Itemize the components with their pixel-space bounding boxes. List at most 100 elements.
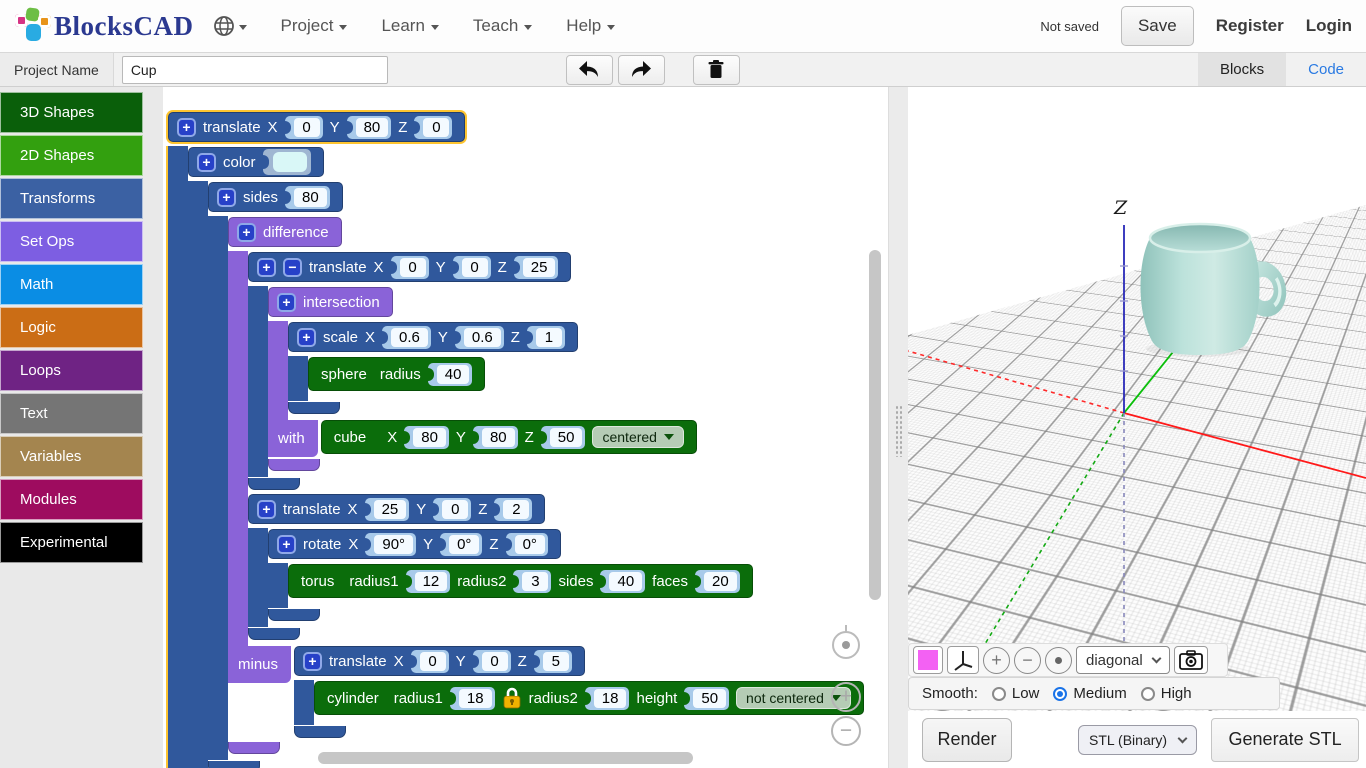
zoom-in-button[interactable]: + (831, 682, 861, 712)
menu-learn[interactable]: Learn (381, 16, 438, 36)
radio-medium[interactable] (1053, 687, 1067, 701)
mutator-plus-button[interactable]: + (237, 223, 256, 242)
translate-block[interactable]: + − translate X 0 Y 0 (248, 252, 697, 490)
tab-blocks[interactable]: Blocks (1198, 53, 1286, 86)
value-input-x[interactable]: 0.6 (382, 326, 431, 349)
value-input-z[interactable]: 50 (541, 426, 586, 449)
vertical-scrollbar[interactable] (869, 250, 881, 600)
value-input-z[interactable]: 0 (414, 116, 452, 139)
intersection-block[interactable]: + intersection (268, 287, 697, 471)
sphere-block[interactable]: sphere radius 40 (308, 357, 485, 395)
translate-block[interactable]: + translate X 25 Y 0 Z (248, 494, 753, 640)
difference-block[interactable]: + difference + (228, 217, 864, 754)
value-input-z[interactable]: 25 (514, 256, 559, 279)
smooth-high-option[interactable]: High (1141, 685, 1192, 702)
toggle-axes-button[interactable] (947, 646, 979, 674)
value-input-sides[interactable]: 80 (285, 186, 330, 209)
save-button[interactable]: Save (1121, 6, 1194, 46)
value-input-radius[interactable]: 40 (428, 363, 473, 386)
radio-low[interactable] (992, 687, 1006, 701)
render-button[interactable]: Render (922, 718, 1012, 762)
sidebar-item-variables[interactable]: Variables (0, 436, 143, 477)
tab-code[interactable]: Code (1286, 53, 1366, 86)
sidebar-item-math[interactable]: Math (0, 264, 143, 305)
value-input-x[interactable]: 0 (285, 116, 323, 139)
lock-icon[interactable] (502, 687, 522, 709)
sidebar-item-transforms[interactable]: Transforms (0, 178, 143, 219)
panel-resize-divider[interactable] (888, 87, 908, 768)
sidebar-item-set-ops[interactable]: Set Ops (0, 221, 143, 262)
sidebar-item-logic[interactable]: Logic (0, 307, 143, 348)
value-input-x[interactable]: 0 (411, 650, 449, 673)
mutator-plus-button[interactable]: + (197, 153, 216, 172)
value-input-radius1[interactable]: 18 (450, 687, 495, 710)
value-input-radius2[interactable]: 18 (585, 687, 630, 710)
value-input-y[interactable]: 0 (433, 498, 471, 521)
translate-block[interactable]: + translate X 0 Y 80 Z 0 + color (168, 112, 864, 768)
translate-block[interactable]: + translate X 0 Y 0 Z (294, 646, 864, 741)
render-viewport[interactable]: Z + − diagonal (908, 87, 1366, 768)
project-name-input[interactable] (122, 56, 388, 84)
value-input-z[interactable]: 0° (506, 533, 548, 556)
zoom-out-button[interactable]: − (831, 716, 861, 746)
value-input-x[interactable]: 80 (404, 426, 449, 449)
screenshot-button[interactable] (1174, 646, 1208, 674)
value-input-x[interactable]: 90° (365, 533, 416, 556)
value-input-sides[interactable]: 40 (600, 570, 645, 593)
value-input-radius1[interactable]: 12 (406, 570, 451, 593)
value-input-y[interactable]: 80 (473, 426, 518, 449)
value-input-y[interactable]: 80 (347, 116, 392, 139)
export-format-select[interactable]: STL (Binary) (1078, 725, 1197, 755)
undo-button[interactable] (566, 55, 613, 85)
smooth-medium-option[interactable]: Medium (1053, 685, 1126, 702)
color-swatch-field[interactable] (273, 152, 307, 172)
radio-high[interactable] (1141, 687, 1155, 701)
scale-block[interactable]: + scale X 0.6 Y 0.6 (288, 322, 578, 414)
menu-teach[interactable]: Teach (473, 16, 532, 36)
sidebar-item-2d-shapes[interactable]: 2D Shapes (0, 135, 143, 176)
value-input-radius2[interactable]: 3 (513, 570, 551, 593)
mutator-plus-button[interactable]: + (277, 535, 296, 554)
value-input-y[interactable]: 0 (473, 650, 511, 673)
menu-project[interactable]: Project (281, 16, 348, 36)
value-input-z[interactable]: 2 (494, 498, 532, 521)
horizontal-scrollbar[interactable] (318, 752, 693, 764)
value-input-z[interactable]: 5 (534, 650, 572, 673)
value-input-x[interactable]: 0 (391, 256, 429, 279)
blockly-workspace[interactable]: + translate X 0 Y 80 Z 0 + color (163, 87, 888, 768)
color-value-socket[interactable] (263, 149, 311, 175)
mutator-plus-button[interactable]: + (277, 293, 296, 312)
mutator-minus-button[interactable]: − (283, 258, 302, 277)
value-input-height[interactable]: 50 (684, 687, 729, 710)
mutator-plus-button[interactable]: + (303, 652, 322, 671)
smooth-low-option[interactable]: Low (992, 685, 1040, 702)
sidebar-item-3d-shapes[interactable]: 3D Shapes (0, 92, 143, 133)
blockscad-logo[interactable]: BlocksCAD (14, 6, 194, 46)
mutator-plus-button[interactable]: + (297, 328, 316, 347)
rotate-block[interactable]: + rotate X 90° Y 0° (268, 529, 753, 621)
centered-dropdown[interactable]: centered (592, 426, 683, 448)
cube-block[interactable]: cube X 80 Y 80 Z (321, 420, 697, 458)
sides-block[interactable]: + sides 80 + difference (208, 182, 864, 768)
value-input-faces[interactable]: 20 (695, 570, 740, 593)
zoom-in-view-button[interactable]: + (983, 647, 1010, 674)
value-input-y[interactable]: 0° (440, 533, 482, 556)
delete-all-button[interactable] (693, 55, 740, 85)
login-link[interactable]: Login (1306, 16, 1352, 36)
mutator-plus-button[interactable]: + (217, 188, 236, 207)
mutator-plus-button[interactable]: + (257, 500, 276, 519)
redo-button[interactable] (618, 55, 665, 85)
value-input-z[interactable]: 1 (527, 326, 565, 349)
sidebar-item-text[interactable]: Text (0, 393, 143, 434)
reset-view-button[interactable] (1045, 647, 1072, 674)
sidebar-item-modules[interactable]: Modules (0, 479, 143, 520)
mutator-plus-button[interactable]: + (257, 258, 276, 277)
model-color-button[interactable] (913, 646, 943, 674)
zoom-out-view-button[interactable]: − (1014, 647, 1041, 674)
value-input-x[interactable]: 25 (365, 498, 410, 521)
generate-stl-button[interactable]: Generate STL (1211, 718, 1359, 762)
torus-block[interactable]: torus radius1 12 radius2 3 sid (288, 564, 753, 602)
value-input-y[interactable]: 0.6 (455, 326, 504, 349)
mutator-plus-button[interactable]: + (177, 118, 196, 137)
language-menu[interactable] (212, 14, 247, 38)
